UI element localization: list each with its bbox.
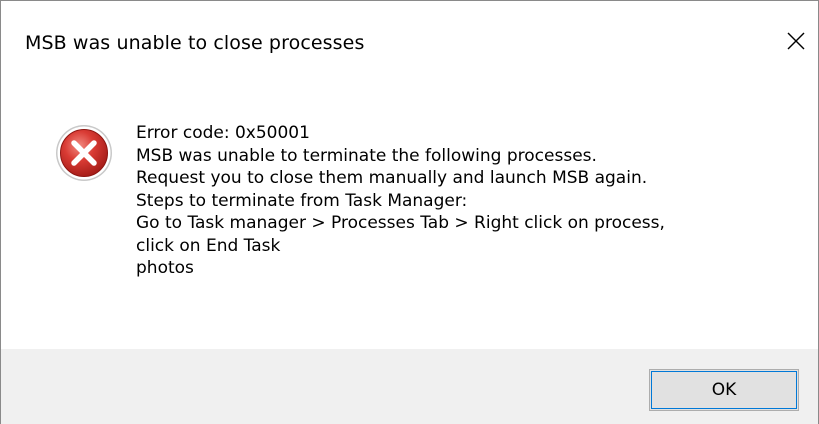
- error-message: Error code: 0x50001 MSB was unable to te…: [136, 122, 796, 280]
- message-line: Request you to close them manually and l…: [136, 168, 648, 188]
- ok-button[interactable]: OK: [649, 369, 799, 411]
- message-line: MSB was unable to terminate the followin…: [136, 145, 597, 166]
- message-dialog: MSB was unable to close processes Error …: [0, 0, 819, 424]
- process-name: photos: [136, 258, 194, 278]
- message-line: Steps to terminate from Task Manager:: [136, 190, 468, 211]
- close-icon: [786, 31, 806, 55]
- message-line: Go to Task manager > Processes Tab > Rig…: [136, 213, 665, 233]
- dialog-content: Error code: 0x50001 MSB was unable to te…: [1, 79, 818, 349]
- close-button[interactable]: [774, 21, 818, 65]
- dialog-title: MSB was unable to close processes: [25, 32, 365, 54]
- title-bar: MSB was unable to close processes: [1, 1, 818, 79]
- dialog-footer: OK: [1, 349, 818, 424]
- error-icon: [54, 123, 114, 183]
- message-line: click on End Task: [136, 235, 281, 256]
- error-code-line: Error code: 0x50001: [136, 123, 310, 143]
